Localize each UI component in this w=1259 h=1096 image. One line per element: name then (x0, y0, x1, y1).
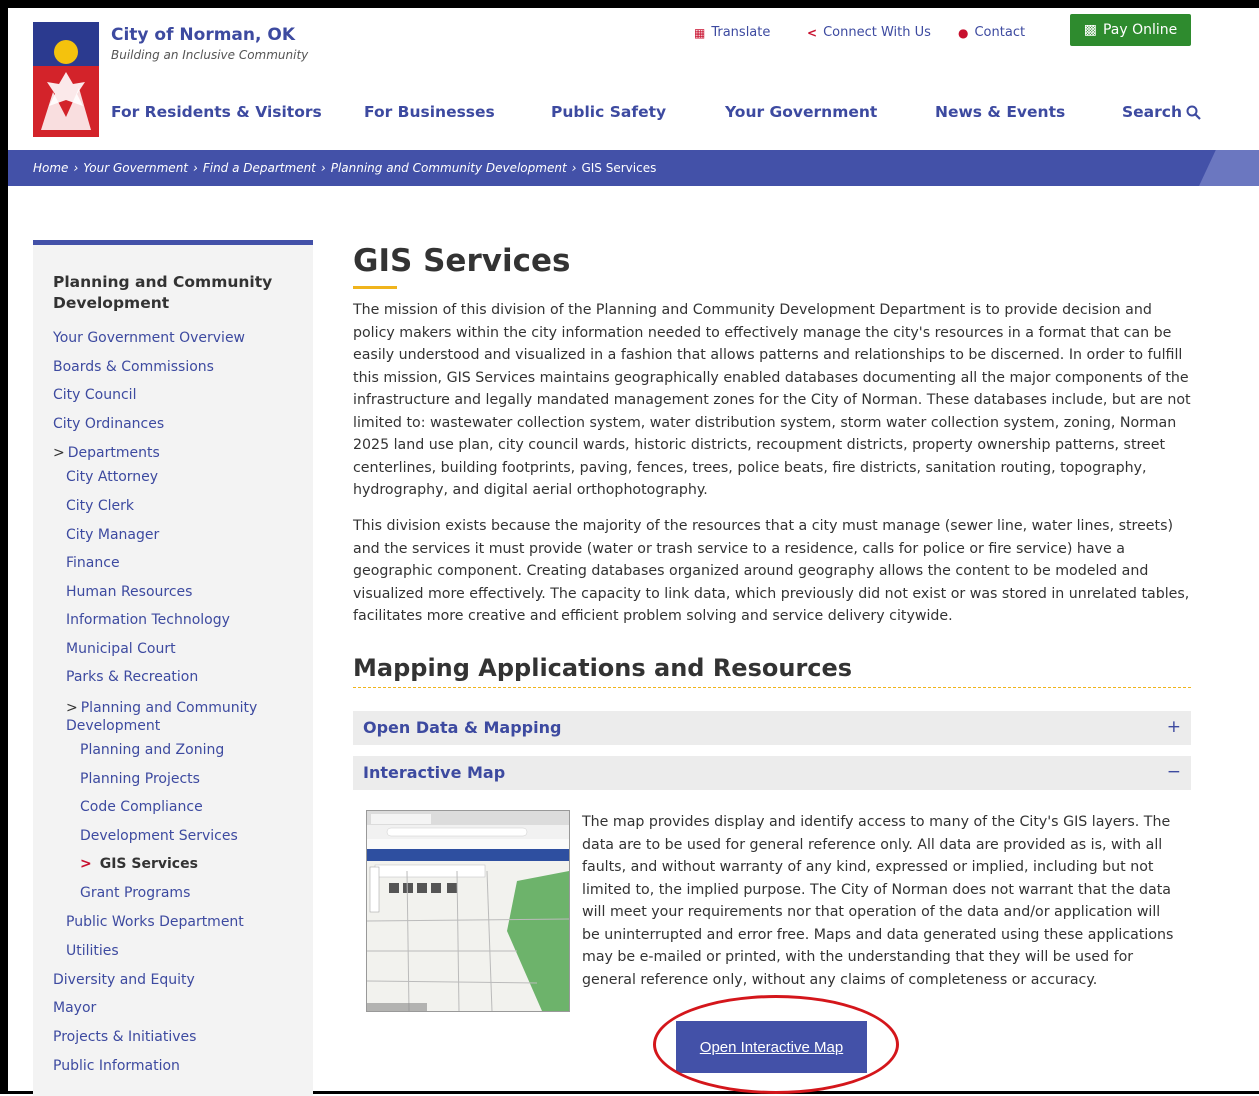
translate-icon: ▦ (694, 25, 706, 40)
screen-border-left (0, 0, 8, 1094)
breadcrumb-find-department[interactable]: Find a Department (203, 161, 316, 175)
intro-paragraph: The mission of this division of the Plan… (353, 302, 1191, 498)
nav-news-events[interactable]: News & Events (935, 103, 1065, 121)
accordion-label: Open Data & Mapping (363, 718, 562, 737)
breadcrumb-separator: › (193, 161, 198, 175)
site-tagline: Building an Inclusive Community (111, 48, 309, 62)
breadcrumb-separator: › (320, 161, 326, 175)
pay-online-button[interactable]: ▩ Pay Online (1070, 14, 1191, 46)
sidebar-item-planning-projects[interactable]: Planning Projects (80, 771, 200, 787)
sidebar-item-boards[interactable]: Boards & Commissions (53, 359, 214, 375)
city-seal-logo[interactable] (33, 22, 99, 137)
sidebar-item-projects[interactable]: Projects & Initiatives (53, 1029, 196, 1045)
interactive-map-thumbnail[interactable] (366, 810, 570, 1012)
sidebar-item-planning-zoning[interactable]: Planning and Zoning (80, 742, 224, 758)
sidebar-item-city-manager[interactable]: City Manager (66, 527, 159, 543)
connect-label: Connect With Us (823, 25, 931, 40)
breadcrumb-separator: › (571, 161, 577, 175)
title-underline (353, 286, 397, 289)
sidebar-item-label: Planning and Community (80, 700, 258, 716)
sidebar-item-overview[interactable]: Your Government Overview (53, 330, 245, 346)
share-icon: < (807, 25, 818, 40)
sidebar-nav: Planning and Community Development Your … (33, 240, 313, 1096)
sidebar-item-gis-services[interactable]: > GIS Services (80, 856, 198, 872)
sidebar-item-municipal-court[interactable]: Municipal Court (66, 641, 176, 657)
sidebar-item-development-services[interactable]: Development Services (80, 828, 238, 844)
sidebar-item-mayor[interactable]: Mayor (53, 1000, 96, 1016)
translate-label: Translate (711, 25, 771, 40)
nav-businesses[interactable]: For Businesses (364, 103, 495, 121)
accordion-open-data[interactable]: Open Data & Mapping + (353, 711, 1191, 745)
breadcrumb-decoration (1199, 150, 1259, 186)
highlight-circle-annotation (653, 995, 899, 1094)
expand-icon: + (1166, 717, 1181, 737)
pay-online-label: Pay Online (1102, 22, 1178, 38)
sidebar-item-city-council[interactable]: City Council (53, 387, 136, 403)
sidebar-item-label: Departments (67, 445, 160, 461)
nav-government[interactable]: Your Government (725, 103, 877, 121)
accordion-interactive-map[interactable]: Interactive Map − (353, 756, 1191, 790)
sidebar-item-utilities[interactable]: Utilities (66, 943, 119, 959)
sidebar-item-ordinances[interactable]: City Ordinances (53, 416, 164, 432)
contact-link[interactable]: ● Contact (958, 25, 1025, 40)
accordion-label: Interactive Map (363, 763, 506, 782)
map-disclaimer: The map provides display and identify ac… (582, 814, 1174, 988)
sidebar-item-finance[interactable]: Finance (66, 555, 120, 571)
document-icon: ▩ (1083, 22, 1097, 38)
nav-residents[interactable]: For Residents & Visitors (111, 103, 322, 121)
sidebar-item-departments[interactable]: > Departments (53, 445, 160, 461)
chevron-right-icon: > (66, 700, 78, 716)
section-divider (353, 687, 1191, 688)
sidebar-item-label: GIS Services (99, 856, 198, 872)
breadcrumb-current: GIS Services (581, 161, 657, 175)
sidebar-item-city-clerk[interactable]: City Clerk (66, 498, 134, 514)
sidebar-item-information-technology[interactable]: Information Technology (66, 612, 230, 628)
search-toggle[interactable]: Search (1122, 103, 1201, 121)
collapse-icon: − (1166, 762, 1181, 782)
breadcrumb-bar: Home › Your Government › Find a Department… (8, 150, 1259, 186)
sidebar-item-city-attorney[interactable]: City Attorney (66, 469, 158, 485)
sidebar-item-diversity[interactable]: Diversity and Equity (53, 972, 195, 988)
section-heading: Mapping Applications and Resources (353, 654, 853, 682)
sidebar-item-public-information[interactable]: Public Information (53, 1058, 180, 1074)
sidebar-item-human-resources[interactable]: Human Resources (66, 584, 192, 600)
sidebar-item-grant-programs[interactable]: Grant Programs (80, 885, 190, 901)
breadcrumb: Home › Your Government › Find a Department… (33, 161, 656, 175)
chat-icon: ● (958, 25, 969, 40)
sidebar-item-planning-community-cont[interactable]: Development (66, 718, 160, 734)
page-title: GIS Services (353, 243, 571, 279)
sidebar-item-public-works[interactable]: Public Works Department (66, 914, 244, 930)
breadcrumb-government[interactable]: Your Government (83, 161, 188, 175)
chevron-right-icon: > (53, 445, 65, 461)
sidebar-item-parks[interactable]: Parks & Recreation (66, 669, 198, 685)
connect-link[interactable]: < Connect With Us (807, 25, 931, 40)
search-icon (1186, 105, 1201, 120)
breadcrumb-planning[interactable]: Planning and Community Development (331, 161, 567, 175)
division-paragraph: This division exists because the majorit… (353, 518, 1190, 624)
sidebar-item-code-compliance[interactable]: Code Compliance (80, 799, 203, 815)
sidebar-item-planning-community[interactable]: > Planning and Community (66, 700, 257, 716)
contact-label: Contact (974, 25, 1026, 40)
screen-border-top (0, 0, 1259, 8)
breadcrumb-home[interactable]: Home (33, 161, 68, 175)
search-label: Search (1122, 103, 1183, 121)
nav-public-safety[interactable]: Public Safety (551, 103, 666, 121)
breadcrumb-separator: › (73, 161, 79, 175)
chevron-right-icon: > (80, 856, 92, 872)
site-name[interactable]: City of Norman, OK (111, 25, 295, 45)
sidebar-title: Planning and Community Development (53, 273, 273, 312)
translate-link[interactable]: ▦ Translate (694, 25, 770, 40)
